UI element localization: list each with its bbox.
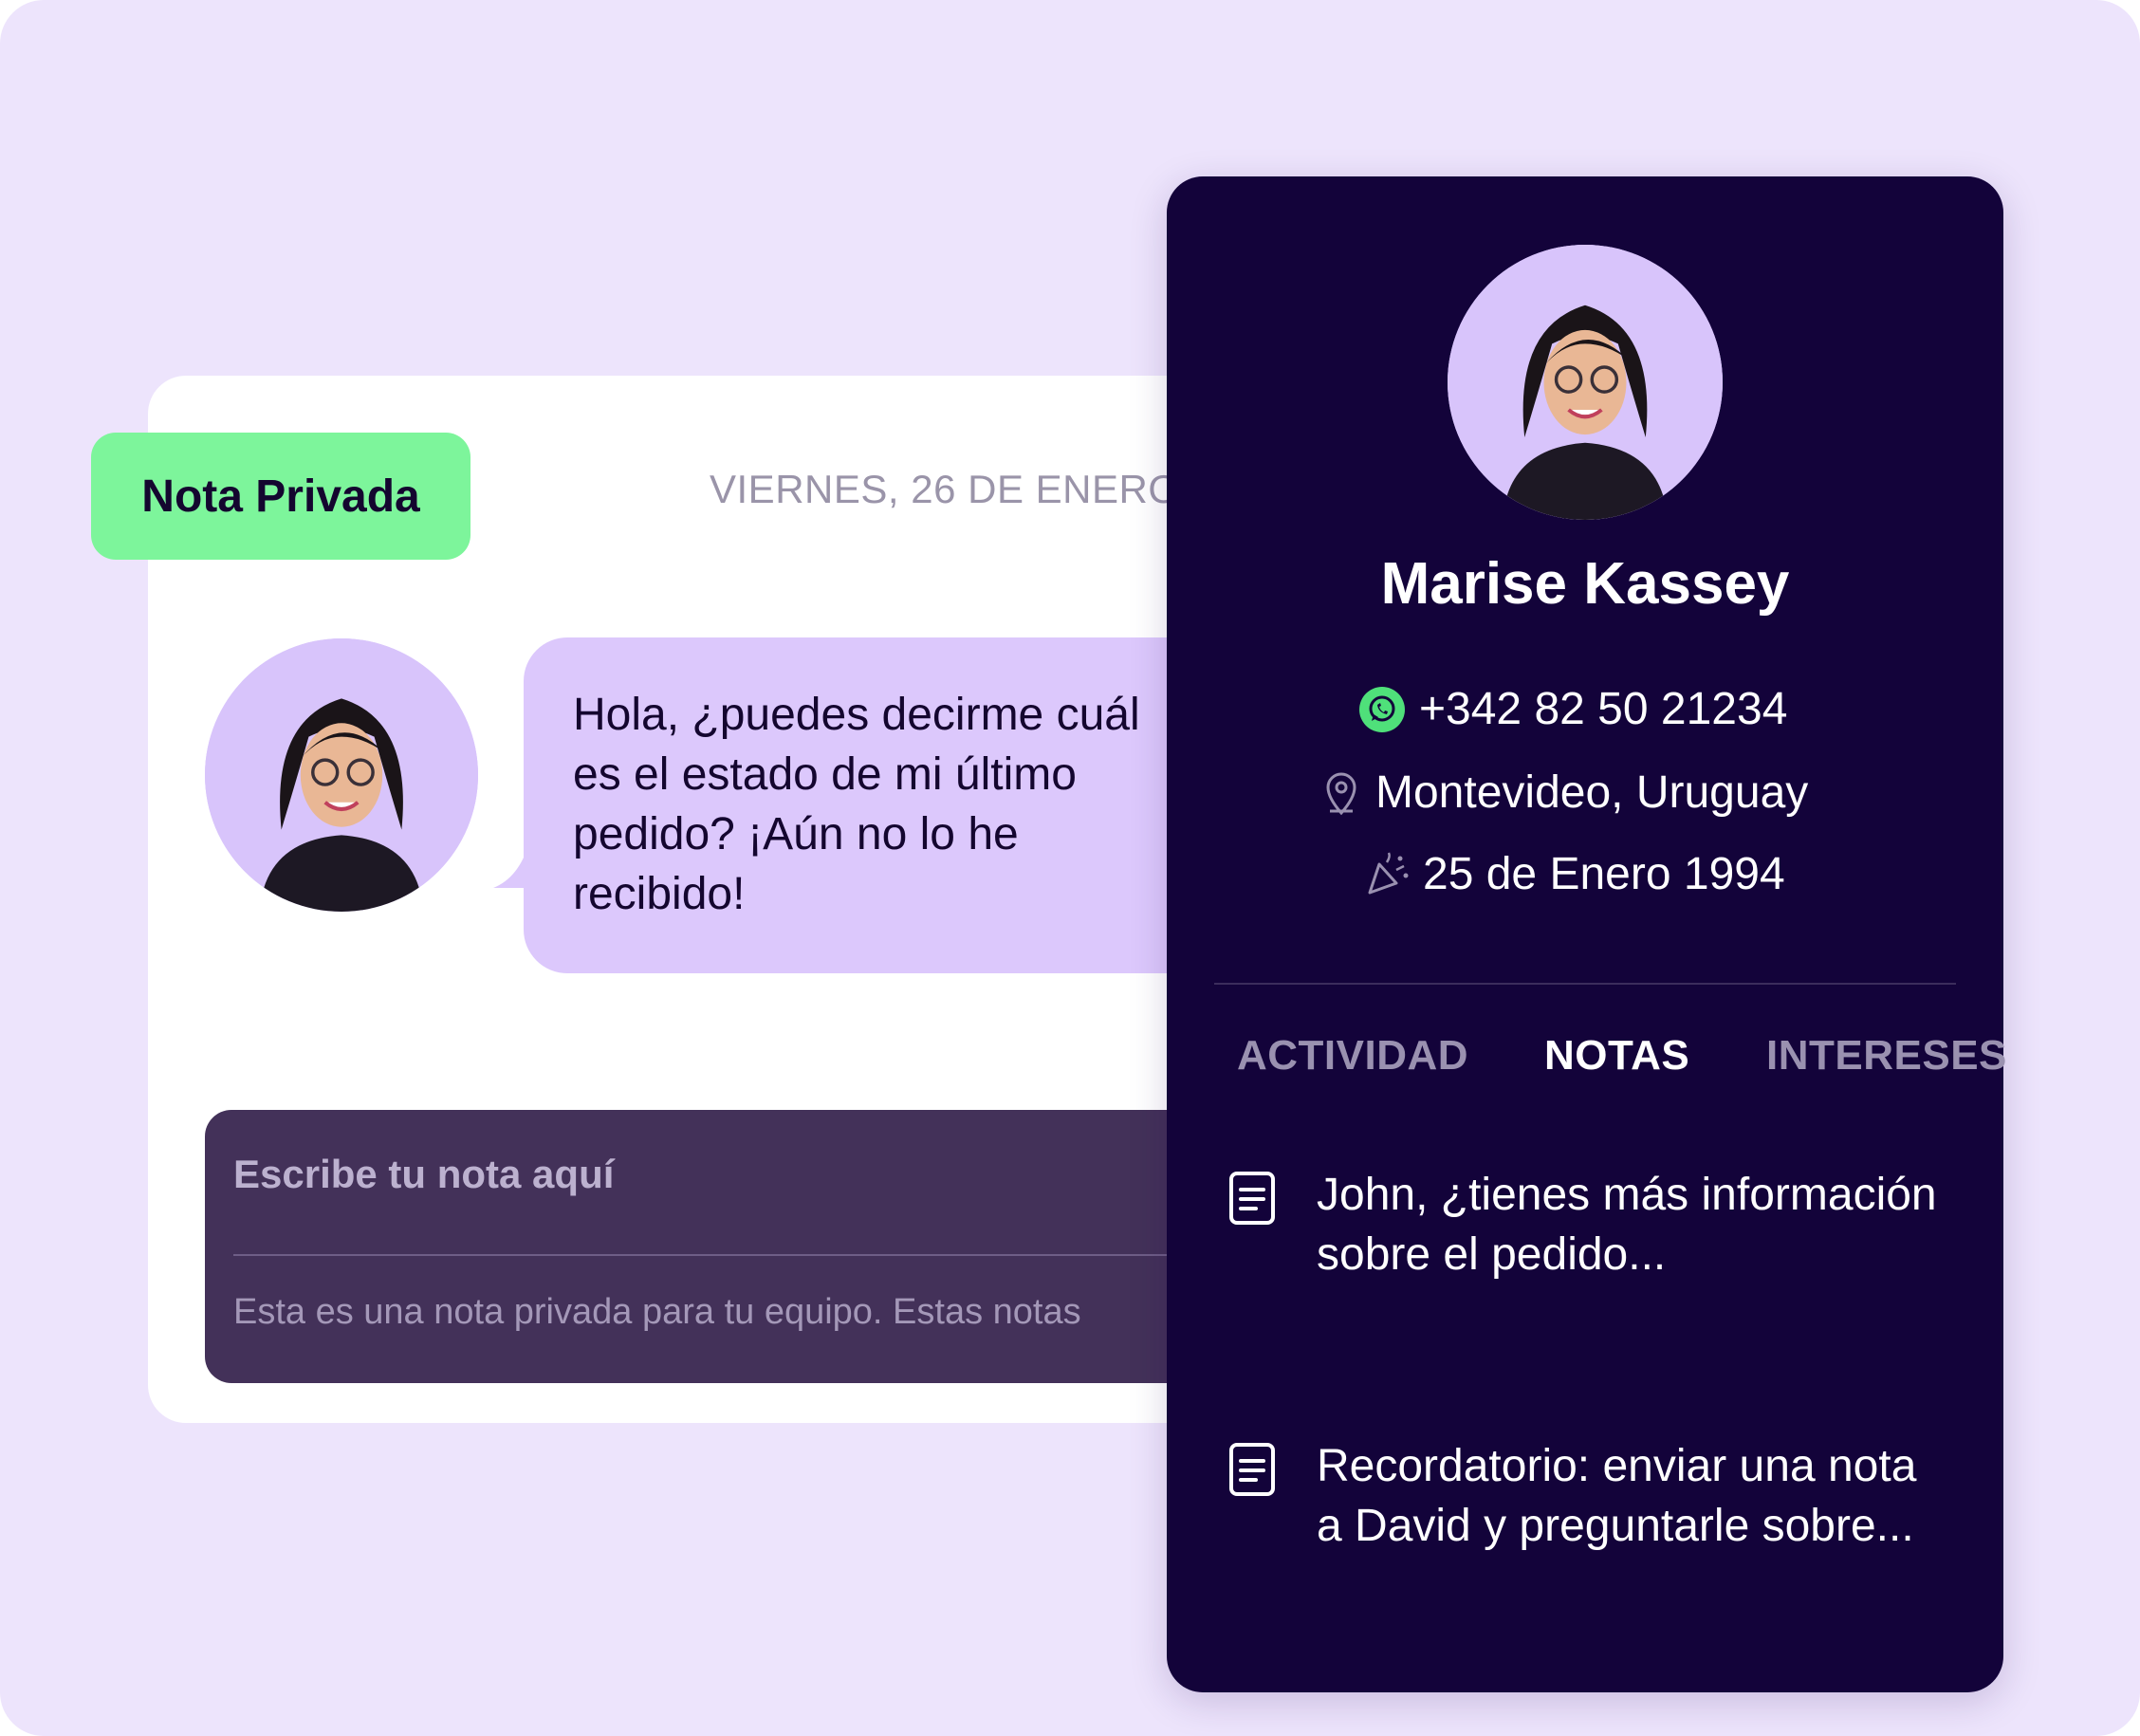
message-text: Hola, ¿puedes decirme cuál es el estado … (573, 690, 1140, 919)
contact-phone-row[interactable]: +342 82 50 21234 (1358, 683, 1787, 735)
whatsapp-icon (1358, 686, 1406, 733)
note-input[interactable] (233, 1152, 1182, 1197)
panel-divider (1214, 983, 1956, 985)
tab-intereses[interactable]: INTERESES (1766, 1032, 2007, 1080)
location-pin-icon (1320, 769, 1362, 817)
note-item[interactable]: Recordatorio: enviar una nota a David y … (1227, 1436, 1967, 1626)
document-icon (1229, 1443, 1275, 1496)
contact-phone: +342 82 50 21234 (1419, 684, 1788, 734)
party-popper-icon (1364, 851, 1410, 898)
note-item[interactable]: John, ¿tienes más información sobre el p… (1227, 1165, 1967, 1355)
chat-date: VIERNES, 26 DE ENERO (710, 467, 1176, 511)
contact-name: Marise Kassey (1380, 551, 1790, 617)
document-icon (1229, 1172, 1275, 1225)
contact-portrait (1448, 245, 1723, 520)
contact-location-row: Montevideo, Uruguay (1320, 766, 1808, 819)
contact-avatar (1448, 245, 1723, 520)
note-hint: Esta es una nota privada para tu equipo.… (233, 1292, 1081, 1332)
private-note-tag-label: Nota Privada (141, 471, 420, 522)
contact-birthday: 25 de Enero 1994 (1423, 849, 1785, 899)
tab-notas[interactable]: NOTAS (1544, 1032, 1689, 1080)
contact-birthday-row: 25 de Enero 1994 (1364, 848, 1785, 900)
note-divider (233, 1254, 1229, 1256)
customer-avatar (205, 638, 478, 912)
customer-portrait (205, 638, 478, 912)
note-text: John, ¿tienes más información sobre el p… (1317, 1170, 1937, 1280)
canvas: VIERNES, 26 DE ENERO Nota Privada Hola, … (0, 0, 2140, 1736)
contact-location: Montevideo, Uruguay (1375, 767, 1809, 818)
tab-actividad[interactable]: ACTIVIDAD (1237, 1032, 1468, 1080)
private-note-tag[interactable]: Nota Privada (91, 433, 470, 560)
note-text: Recordatorio: enviar una nota a David y … (1317, 1441, 1917, 1551)
